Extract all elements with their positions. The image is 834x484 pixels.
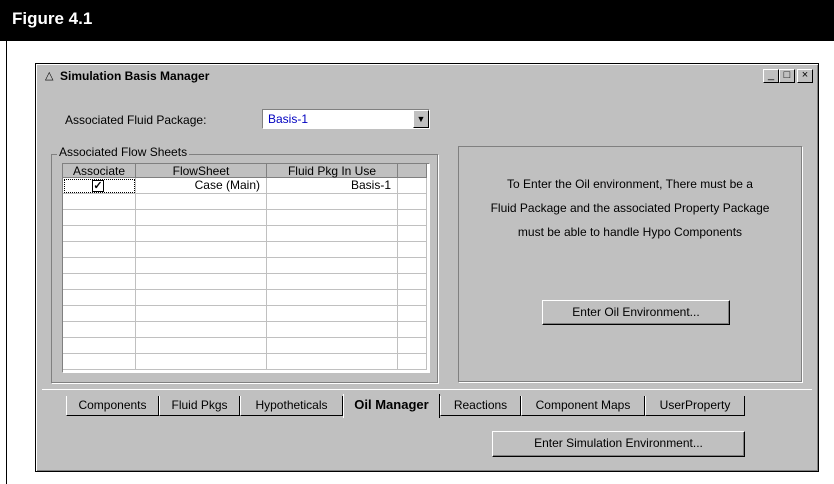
figure-left-rule	[6, 41, 7, 484]
flowsheets-table[interactable]: Associate FlowSheet Fluid Pkg In Use ✓ C…	[62, 163, 430, 373]
empty-cell[interactable]	[398, 194, 427, 210]
empty-cell[interactable]	[398, 290, 427, 306]
empty-cell[interactable]	[136, 290, 267, 306]
empty-table-row[interactable]	[63, 290, 427, 306]
empty-cell[interactable]	[136, 274, 267, 290]
tab-components[interactable]: Components	[66, 396, 159, 416]
column-fluid-pkg[interactable]: Fluid Pkg In Use	[267, 164, 398, 178]
empty-table-row[interactable]	[63, 354, 427, 370]
fluid-package-label: Associated Fluid Package:	[65, 113, 207, 127]
fluid-package-value: Basis-1	[268, 112, 309, 126]
empty-table-row[interactable]	[63, 258, 427, 274]
empty-table-row[interactable]	[63, 226, 427, 242]
maximize-button[interactable]: □	[779, 69, 795, 83]
empty-cell[interactable]	[136, 338, 267, 354]
flask-icon[interactable]: △	[45, 69, 53, 83]
associate-cell[interactable]: ✓	[63, 178, 136, 194]
empty-cell[interactable]	[398, 258, 427, 274]
info-line-2: Fluid Package and the associated Propert…	[490, 201, 770, 215]
empty-cell[interactable]	[136, 194, 267, 210]
table-row[interactable]: ✓ Case (Main) Basis-1	[63, 178, 427, 194]
flowsheets-caption: Associated Flow Sheets	[57, 145, 190, 159]
empty-table-row[interactable]	[63, 322, 427, 338]
empty-table-row[interactable]	[63, 338, 427, 354]
figure-title: Figure 4.1	[12, 9, 93, 28]
empty-cell[interactable]	[267, 210, 398, 226]
tab-oil-manager[interactable]: Oil Manager	[343, 394, 440, 418]
tab-component-maps[interactable]: Component Maps	[521, 396, 645, 416]
info-line-1: To Enter the Oil environment, There must…	[507, 177, 753, 191]
simulation-basis-manager-window: △ Simulation Basis Manager _ □ × Associa…	[35, 63, 819, 472]
empty-cell[interactable]	[136, 306, 267, 322]
empty-table-row[interactable]	[63, 194, 427, 210]
chevron-down-icon[interactable]: ▼	[413, 110, 429, 128]
empty-cell[interactable]	[136, 354, 267, 370]
empty-cell[interactable]	[267, 322, 398, 338]
empty-table-row[interactable]	[63, 306, 427, 322]
tab-hypotheticals[interactable]: Hypotheticals	[240, 396, 343, 416]
enter-oil-environment-button[interactable]: Enter Oil Environment...	[542, 300, 730, 325]
empty-cell[interactable]	[63, 210, 136, 226]
figure-header: Figure 4.1	[0, 0, 834, 41]
oil-info-panel: To Enter the Oil environment, There must…	[458, 146, 802, 382]
empty-table-row[interactable]	[63, 210, 427, 226]
empty-cell[interactable]	[136, 226, 267, 242]
empty-table-row[interactable]	[63, 242, 427, 258]
table-header: Associate FlowSheet Fluid Pkg In Use	[63, 164, 427, 178]
empty-cell[interactable]	[63, 306, 136, 322]
fluid-package-select[interactable]: Basis-1 ▼	[262, 109, 430, 129]
empty-cell[interactable]	[63, 258, 136, 274]
empty-cell[interactable]	[267, 290, 398, 306]
empty-table-row[interactable]	[63, 274, 427, 290]
tab-strip-line	[42, 389, 812, 390]
empty-cell[interactable]	[398, 274, 427, 290]
empty-cell[interactable]	[398, 322, 427, 338]
flowsheet-cell[interactable]: Case (Main)	[136, 178, 267, 194]
tab-reactions[interactable]: Reactions	[440, 396, 521, 416]
window-title: Simulation Basis Manager	[60, 69, 210, 83]
minimize-button[interactable]: _	[763, 69, 779, 83]
close-button[interactable]: ×	[797, 69, 813, 83]
empty-cell[interactable]	[398, 354, 427, 370]
empty-cell[interactable]	[63, 290, 136, 306]
column-flowsheet[interactable]: FlowSheet	[136, 164, 267, 178]
column-associate[interactable]: Associate	[63, 164, 136, 178]
empty-cell[interactable]	[267, 274, 398, 290]
empty-cell[interactable]	[267, 338, 398, 354]
tab-userproperty[interactable]: UserProperty	[645, 396, 745, 416]
empty-cell[interactable]	[63, 322, 136, 338]
empty-cell[interactable]	[398, 242, 427, 258]
empty-cell[interactable]	[63, 274, 136, 290]
empty-cell[interactable]	[398, 226, 427, 242]
empty-cell[interactable]	[398, 306, 427, 322]
associate-checkbox[interactable]: ✓	[92, 180, 104, 192]
empty-cell[interactable]	[267, 354, 398, 370]
column-extra	[398, 164, 427, 178]
empty-cell[interactable]	[136, 242, 267, 258]
empty-cell[interactable]	[63, 194, 136, 210]
empty-cell[interactable]	[63, 226, 136, 242]
title-bar[interactable]: △ Simulation Basis Manager _ □ ×	[38, 66, 814, 86]
empty-cell[interactable]	[63, 354, 136, 370]
fluid-pkg-cell[interactable]: Basis-1	[267, 178, 398, 194]
tab-fluid-pkgs[interactable]: Fluid Pkgs	[159, 396, 240, 416]
empty-cell[interactable]	[398, 210, 427, 226]
empty-cell[interactable]	[63, 242, 136, 258]
empty-cell[interactable]	[63, 338, 136, 354]
empty-cell[interactable]	[136, 322, 267, 338]
extra-cell	[398, 178, 427, 194]
empty-cell[interactable]	[267, 242, 398, 258]
empty-cell[interactable]	[267, 258, 398, 274]
empty-cell[interactable]	[267, 194, 398, 210]
empty-cell[interactable]	[136, 210, 267, 226]
empty-cell[interactable]	[398, 338, 427, 354]
empty-cell[interactable]	[267, 306, 398, 322]
empty-cell[interactable]	[136, 258, 267, 274]
info-line-3: must be able to handle Hypo Components	[517, 225, 743, 239]
enter-simulation-environment-button[interactable]: Enter Simulation Environment...	[492, 431, 745, 457]
empty-cell[interactable]	[267, 226, 398, 242]
